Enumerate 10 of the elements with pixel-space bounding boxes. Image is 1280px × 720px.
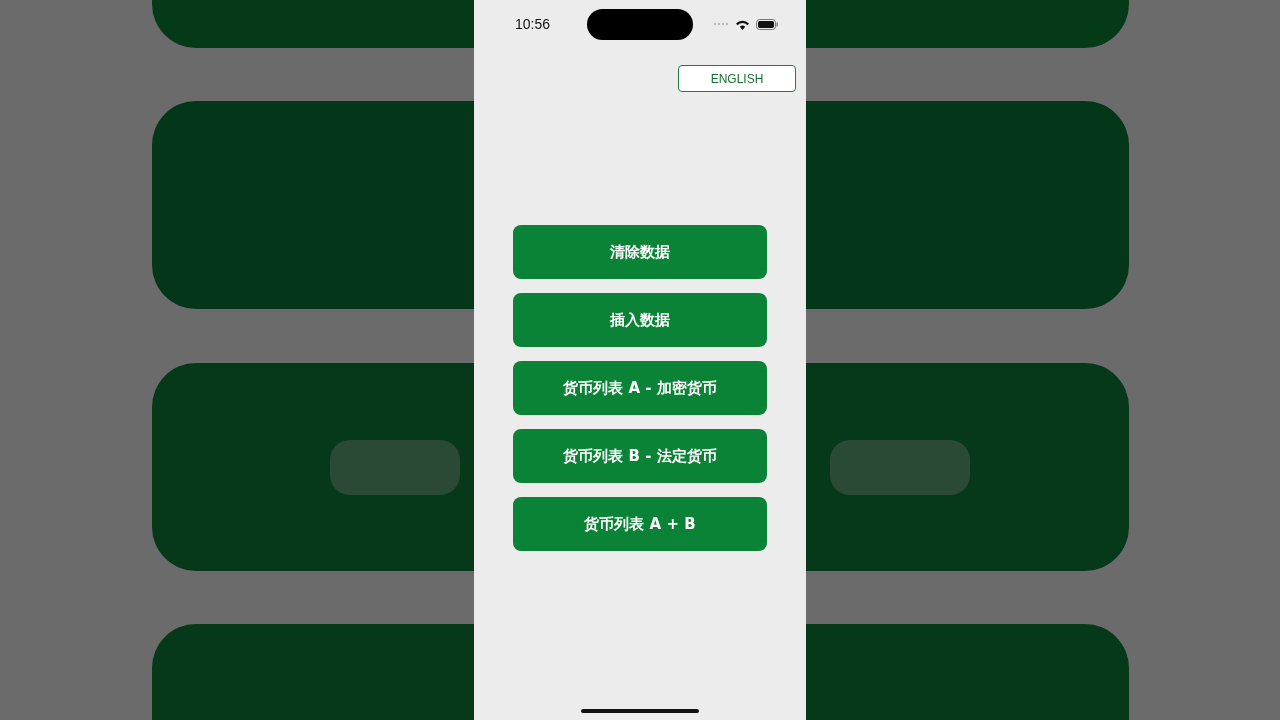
status-time: 10:56 xyxy=(515,16,552,32)
wifi-icon xyxy=(735,18,750,30)
action-button[interactable]: 货币列表 A + B xyxy=(513,497,767,551)
action-button[interactable]: 货币列表 B - 法定货币 xyxy=(513,429,767,483)
language-button[interactable]: ENGLISH xyxy=(678,65,796,92)
action-button[interactable]: 插入数据 xyxy=(513,293,767,347)
action-button[interactable]: 货币列表 A - 加密货币 xyxy=(513,361,767,415)
signal-icon xyxy=(713,22,729,26)
action-button[interactable]: 清除数据 xyxy=(513,225,767,279)
battery-icon xyxy=(756,18,778,30)
